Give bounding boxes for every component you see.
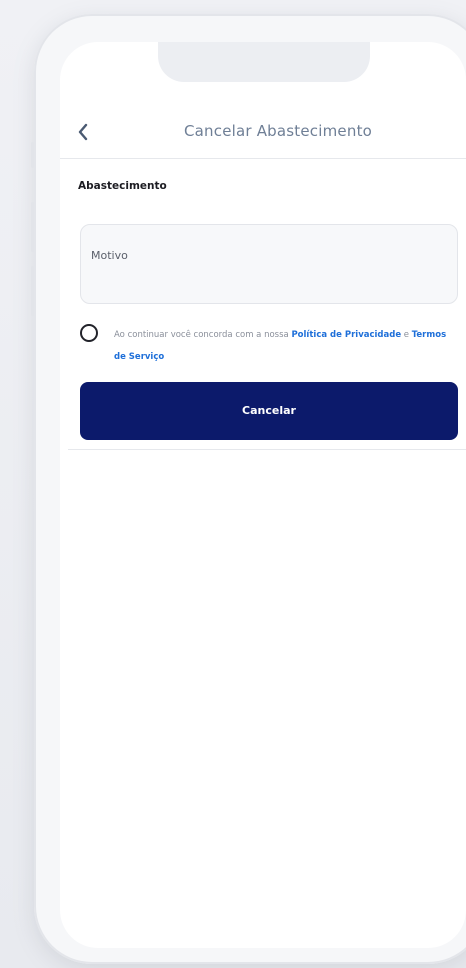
phone-side-button xyxy=(31,142,34,168)
divider xyxy=(68,449,466,450)
page-title: Cancelar Abastecimento xyxy=(183,122,373,140)
phone-notch xyxy=(158,42,370,82)
consent-radio[interactable] xyxy=(80,324,98,342)
app-screen: Cancelar Abastecimento Abastecimento Mot… xyxy=(60,42,466,948)
phone-side-button xyxy=(31,266,34,316)
mockup-background: Cancelar Abastecimento Abastecimento Mot… xyxy=(0,0,466,968)
app-header: Cancelar Abastecimento xyxy=(60,108,466,159)
consent-row: Ao continuar você concorda com a nossa P… xyxy=(80,324,460,368)
motivo-input[interactable]: Motivo xyxy=(80,224,458,304)
consent-text: Ao continuar você concorda com a nossa P… xyxy=(114,324,454,368)
motivo-placeholder: Motivo xyxy=(91,249,128,262)
cancel-button[interactable]: Cancelar xyxy=(80,382,458,440)
consent-prefix: Ao continuar você concorda com a nossa xyxy=(114,330,292,340)
privacy-policy-link[interactable]: Política de Privacidade xyxy=(291,330,401,340)
consent-connector: e xyxy=(401,330,412,340)
section-label: Abastecimento xyxy=(78,180,167,192)
phone-side-button xyxy=(31,202,34,252)
